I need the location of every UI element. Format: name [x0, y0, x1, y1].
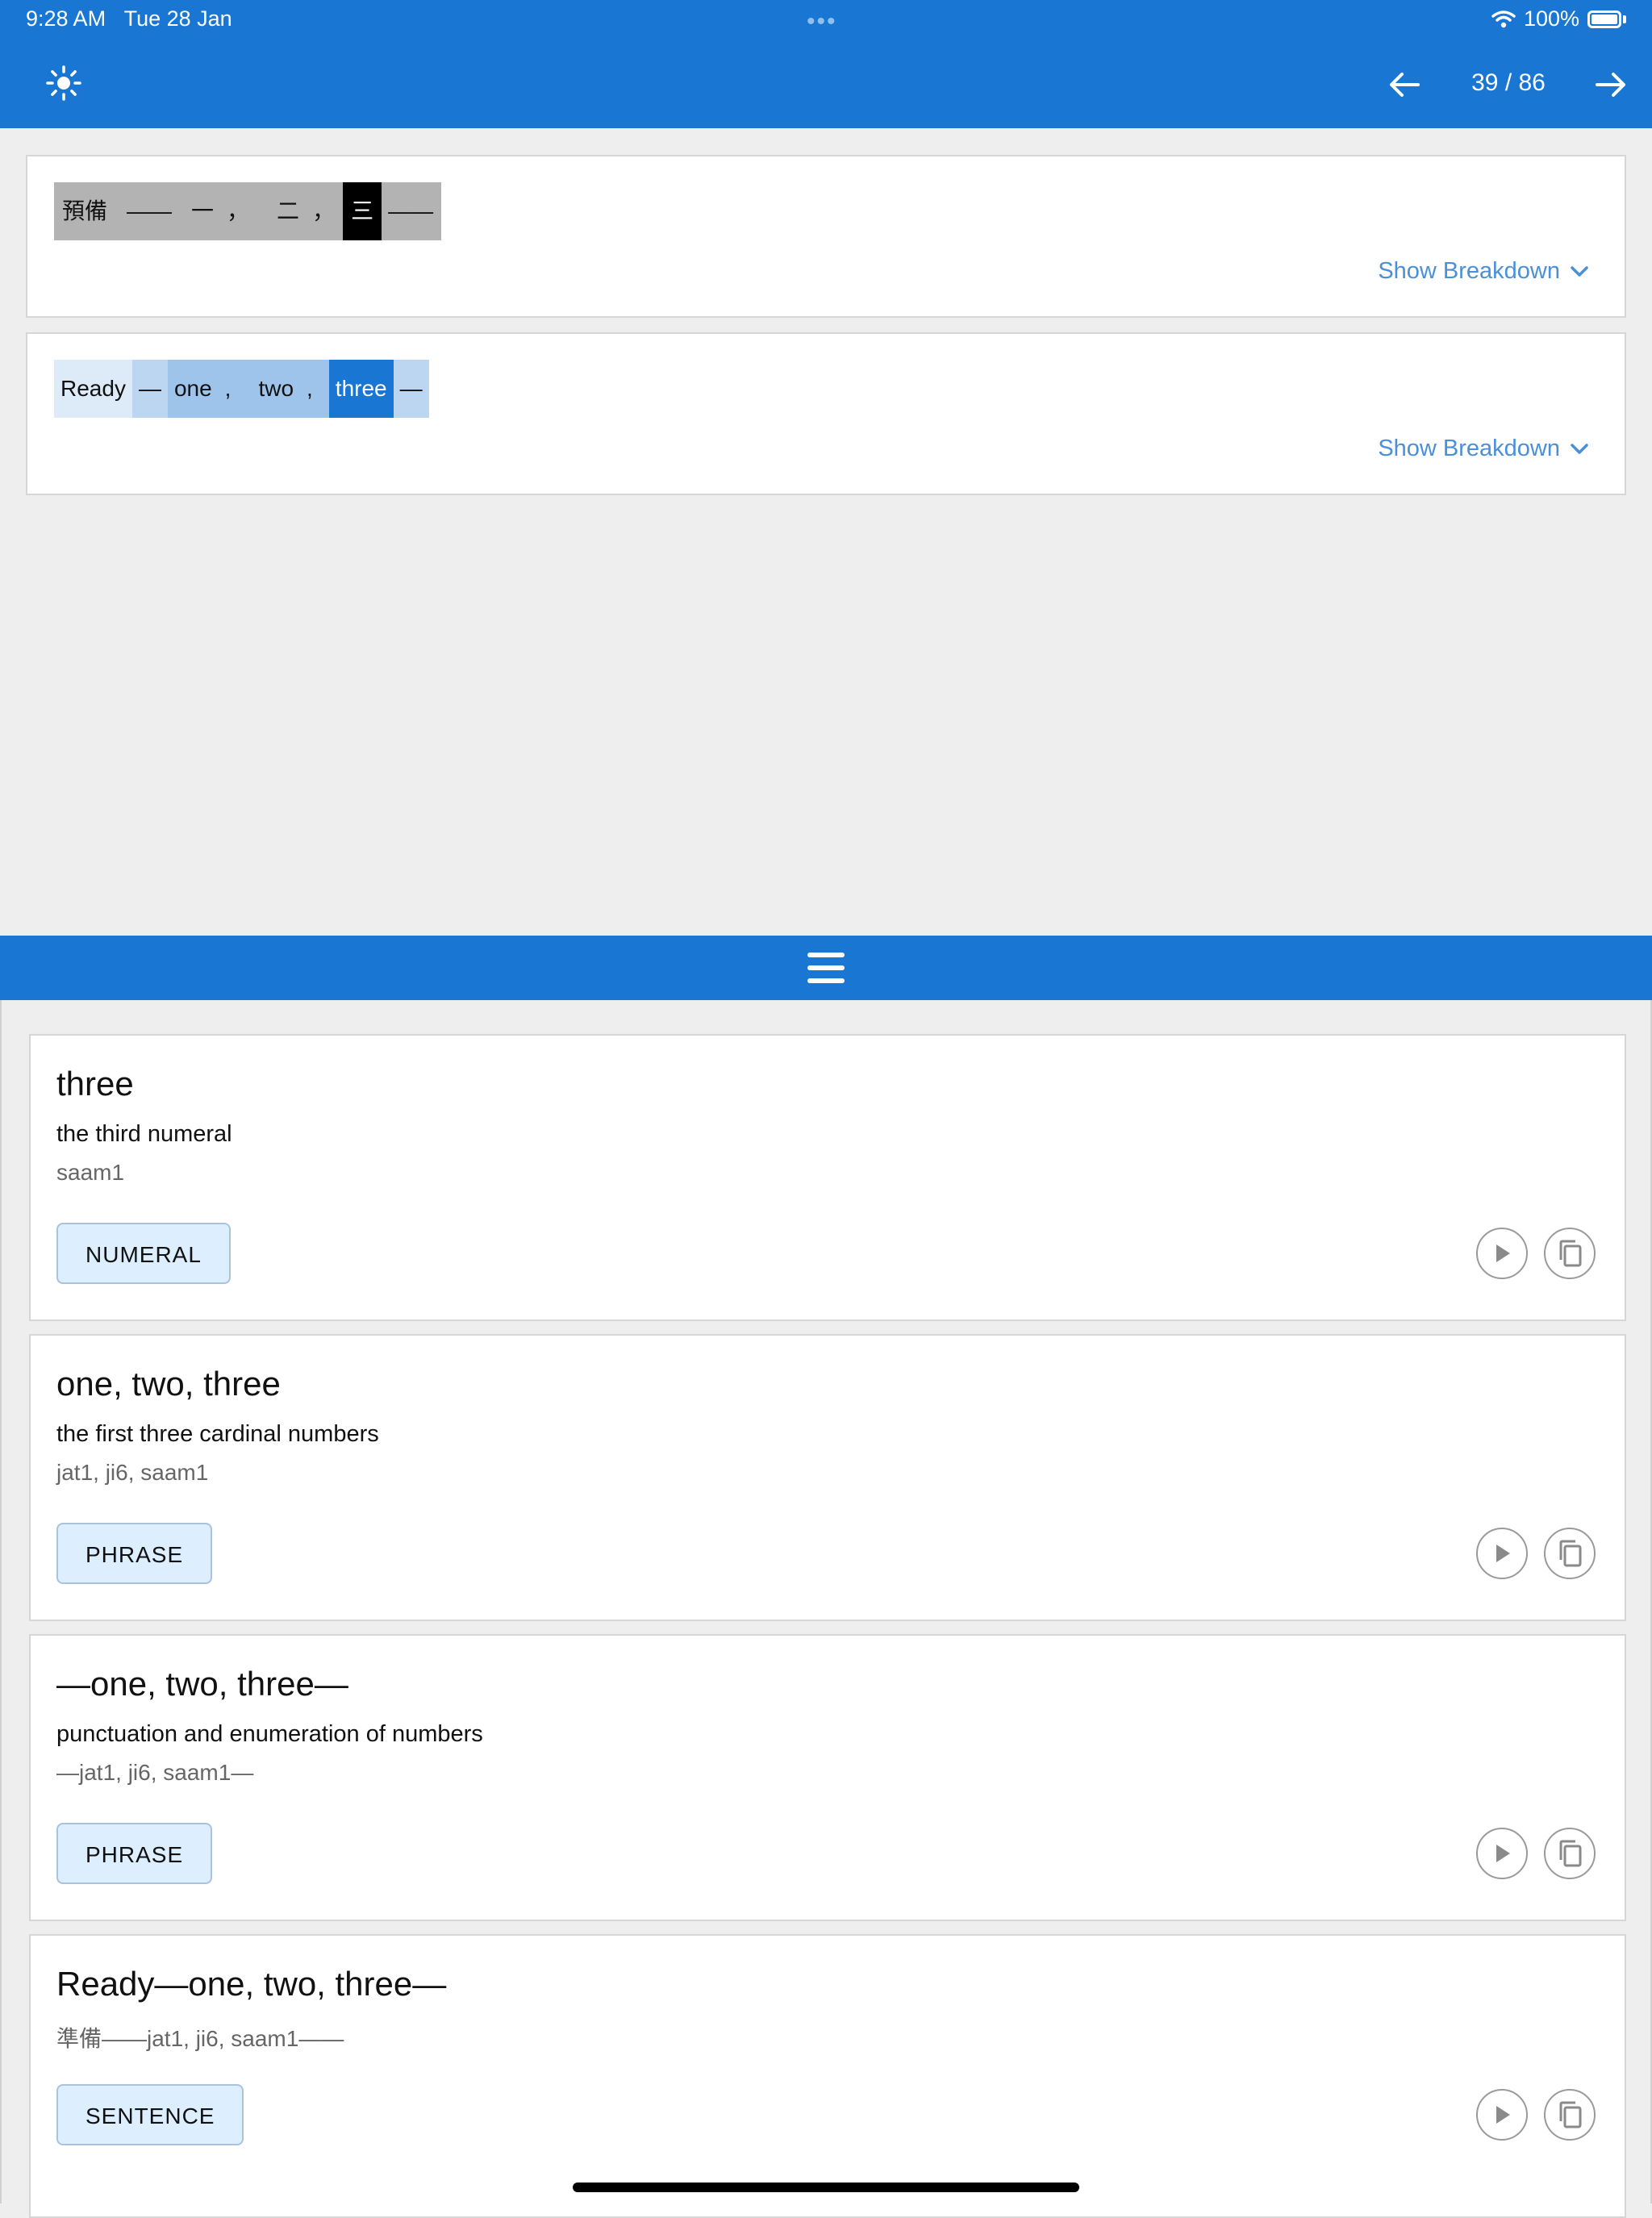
token[interactable]: two [247, 360, 301, 418]
play-icon [1496, 1845, 1510, 1862]
show-breakdown-label: Show Breakdown [1378, 436, 1560, 461]
entry-card: three the third numeral saam1 NUMERAL [29, 1034, 1626, 1321]
token[interactable]: —— [382, 182, 442, 240]
multitasking-dots[interactable]: ••• [807, 8, 837, 35]
play-button[interactable] [1476, 1528, 1528, 1579]
token[interactable]: — [393, 360, 429, 418]
entry-romanization: —jat1, ji6, saam1— [56, 1760, 254, 1785]
token[interactable]: — [131, 360, 168, 418]
entry-card: one, two, three the first three cardinal… [29, 1334, 1626, 1621]
app-bar: 9:28 AM Tue 28 Jan ••• 100% 39 / 86 [0, 0, 1652, 128]
token[interactable]: ， [220, 182, 271, 240]
dictionary-panel: three the third numeral saam1 NUMERAL on… [0, 1000, 1652, 2218]
status-time: 9:28 AM Tue 28 Jan [26, 6, 232, 31]
show-breakdown-button[interactable]: Show Breakdown [1378, 258, 1589, 285]
entry-definition: punctuation and enumeration of numbers [56, 1721, 483, 1747]
entry-title: three [56, 1065, 134, 1103]
status-date: Tue 28 Jan [123, 6, 232, 31]
copy-button[interactable] [1544, 1528, 1596, 1579]
source-token-row: 預備 —— 一 ， 二 ， 三 —— [54, 182, 442, 240]
copy-button[interactable] [1544, 1228, 1596, 1279]
play-icon [1496, 1545, 1510, 1562]
play-button[interactable] [1476, 2089, 1528, 2141]
wifi-icon [1491, 10, 1516, 27]
entry-card: —one, two, three— punctuation and enumer… [29, 1634, 1626, 1921]
play-button[interactable] [1476, 1828, 1528, 1879]
translation-token-row: Ready — one , two , three — [54, 360, 429, 418]
entry-romanization: 準備——jat1, ji6, saam1—— [56, 2026, 344, 2051]
token[interactable]: 一 [185, 182, 221, 240]
battery-icon [1587, 10, 1621, 28]
entry-title: one, two, three [56, 1365, 281, 1403]
show-breakdown-button[interactable]: Show Breakdown [1378, 436, 1589, 462]
chevron-down-icon [1571, 443, 1588, 454]
token[interactable]: , [218, 360, 248, 418]
copy-icon [1559, 1840, 1582, 1867]
copy-button[interactable] [1544, 2089, 1596, 2141]
menu-handle-icon[interactable] [807, 950, 845, 986]
token-selected[interactable]: three [328, 360, 394, 418]
status-right: 100% [1491, 6, 1626, 31]
entry-romanization: saam1 [56, 1160, 125, 1185]
page-counter: 39 / 86 [1471, 69, 1546, 96]
source-sentence-card: 預備 —— 一 ， 二 ， 三 —— Show Breakdown [26, 155, 1626, 318]
copy-icon [1559, 2101, 1582, 2128]
token[interactable]: Ready [54, 360, 132, 418]
copy-icon [1559, 1240, 1582, 1267]
previous-arrow-icon[interactable] [1386, 66, 1423, 103]
battery-percent: 100% [1523, 6, 1579, 31]
part-of-speech-badge: SENTENCE [56, 2084, 244, 2145]
status-clock: 9:28 AM [26, 6, 106, 31]
play-icon [1496, 1244, 1510, 1262]
translation-sentence-card: Ready — one , two , three — Show Breakdo… [26, 332, 1626, 495]
entry-card: Ready—one, two, three— 準備——jat1, ji6, sa… [29, 1934, 1626, 2218]
entry-title: —one, two, three— [56, 1665, 348, 1703]
copy-button[interactable] [1544, 1828, 1596, 1879]
play-icon [1496, 2106, 1510, 2124]
token[interactable]: 二 [270, 182, 307, 240]
theme-toggle-sun-icon[interactable] [45, 65, 82, 102]
part-of-speech-badge: PHRASE [56, 1523, 213, 1584]
token[interactable]: —— [120, 182, 186, 240]
token[interactable]: one [167, 360, 219, 418]
show-breakdown-label: Show Breakdown [1378, 258, 1560, 284]
token-selected[interactable]: 三 [343, 182, 382, 240]
token[interactable]: 預備 [54, 182, 121, 240]
token[interactable]: ， [306, 182, 344, 240]
copy-icon [1559, 1540, 1582, 1567]
part-of-speech-badge: NUMERAL [56, 1223, 231, 1284]
next-arrow-icon[interactable] [1592, 66, 1629, 103]
token[interactable]: , [300, 360, 329, 418]
home-indicator[interactable] [573, 2183, 1079, 2192]
chevron-down-icon [1571, 265, 1588, 277]
entry-romanization: jat1, ji6, saam1 [56, 1460, 209, 1485]
entry-definition: the third numeral [56, 1121, 232, 1147]
entry-title: Ready—one, two, three— [56, 1965, 447, 2003]
entry-definition: the first three cardinal numbers [56, 1421, 379, 1447]
part-of-speech-badge: PHRASE [56, 1823, 213, 1884]
play-button[interactable] [1476, 1228, 1528, 1279]
battery-nub [1623, 15, 1626, 23]
